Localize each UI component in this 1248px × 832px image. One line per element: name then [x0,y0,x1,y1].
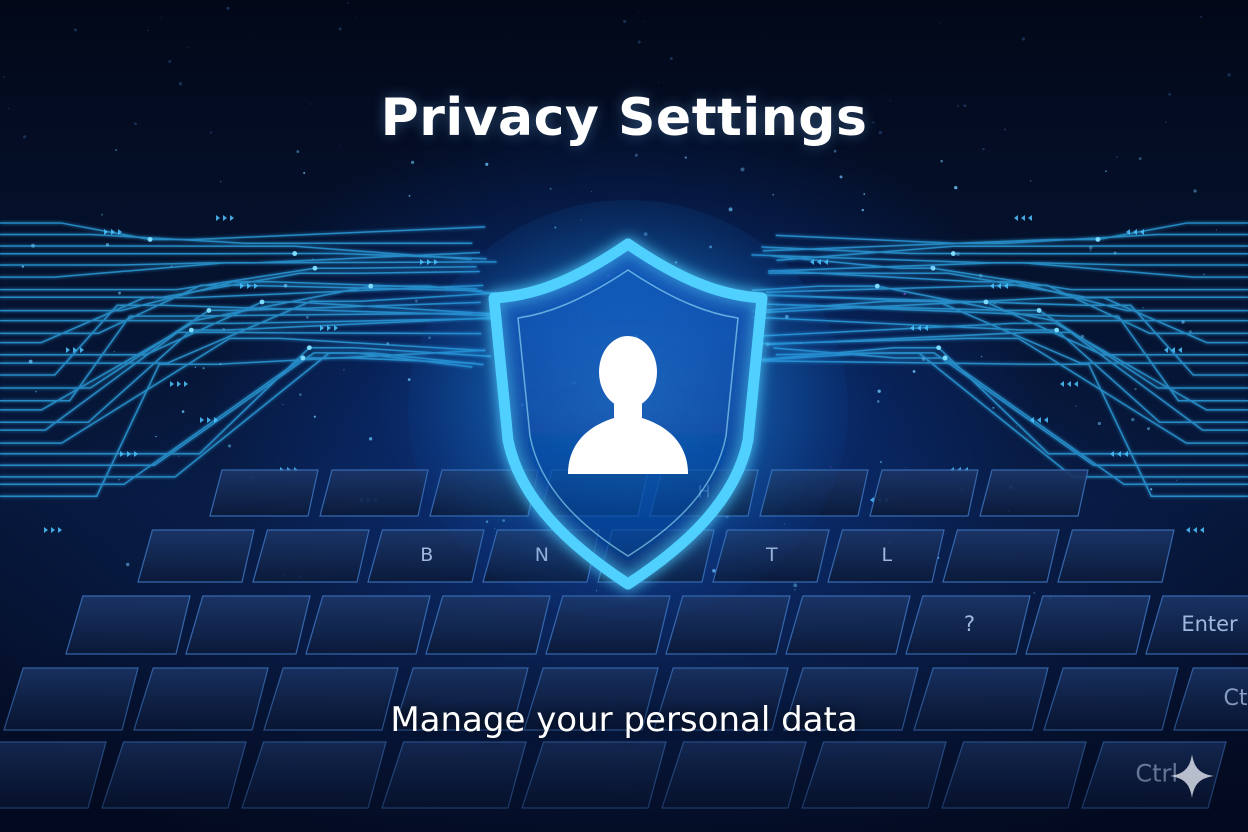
page-title: Privacy Settings [380,88,868,148]
page-subtitle: Manage your personal data [390,700,858,740]
sparkle-icon [1170,754,1214,798]
privacy-screen: HBNTL?EnterCtrlCtrl [0,0,1248,832]
